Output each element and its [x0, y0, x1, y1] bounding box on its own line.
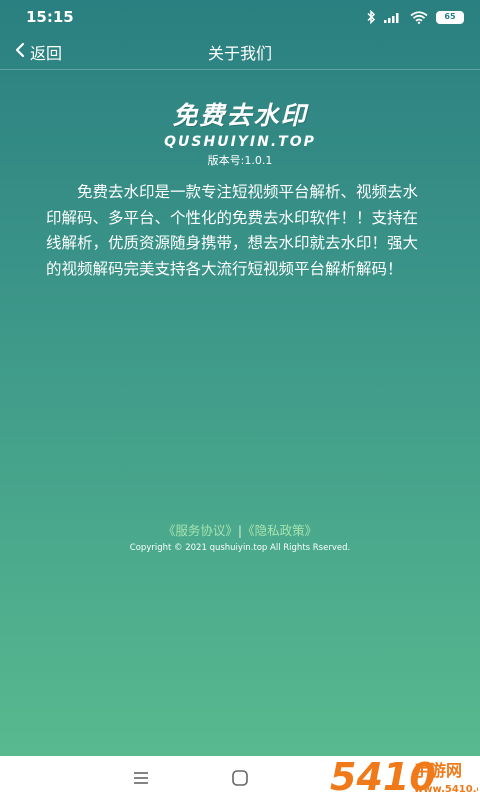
svg-text:www.5410.cn: www.5410.cn [414, 784, 478, 795]
svg-text:手游网: 手游网 [414, 761, 462, 780]
version-label: 版本号:1.0.1 [207, 154, 273, 167]
status-time: 15:15 [26, 8, 74, 26]
service-agreement-link[interactable]: 《服务协议》 [163, 523, 238, 538]
status-bar: 15:15 65 [0, 0, 480, 34]
site-watermark-logo: 5410 手游网 www.5410.cn [328, 750, 480, 799]
home-icon[interactable] [230, 768, 250, 788]
wifi-icon [410, 10, 428, 24]
back-button[interactable]: 返回 [14, 38, 62, 66]
system-nav-bar: 5410 手游网 www.5410.cn [0, 755, 480, 800]
back-label: 返回 [30, 44, 63, 63]
chevron-left-icon [14, 42, 26, 62]
app-logo: 免费去水印 QUSHUIYIN.TOP 版本号:1.0.1 [0, 96, 480, 168]
logo-title: 免费去水印 [172, 101, 308, 130]
page-title: 关于我们 [207, 43, 272, 63]
signal-icon [384, 11, 402, 23]
app-description: 免费去水印是一款专注短视频平台解析、视频去水印解码、多平台、个性化的免费去水印软… [46, 183, 419, 278]
logo-domain: QUSHUIYIN.TOP [164, 134, 316, 150]
app-screen: 15:15 65 返回 关于我们 免费去水印 QUSHUIYIN.TOP 版本号… [0, 0, 480, 756]
menu-icon[interactable] [131, 768, 151, 788]
status-icons: 65 [366, 10, 464, 24]
privacy-policy-link[interactable]: 《隐私政策》 [242, 523, 317, 538]
policy-links: 《服务协议》|《隐私政策》 [0, 520, 480, 539]
copyright-text: Copyright © 2021 qushuiyin.top All Right… [129, 543, 351, 553]
bluetooth-icon [366, 10, 376, 24]
battery-icon: 65 [436, 10, 464, 24]
nav-bar: 返回 关于我们 [0, 34, 480, 70]
